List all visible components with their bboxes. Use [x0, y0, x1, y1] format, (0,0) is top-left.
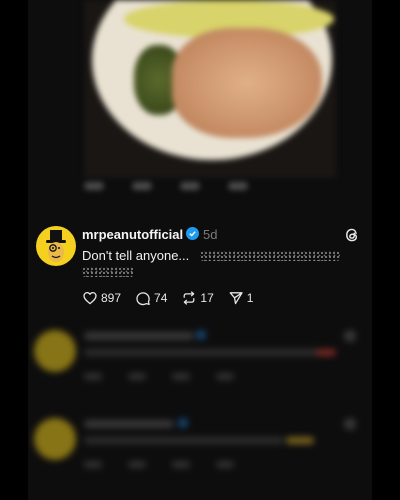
blurred-avatar: [34, 418, 76, 460]
share-button[interactable]: 1: [228, 290, 254, 306]
blurred-emoji: [286, 437, 314, 444]
post-time: 5d: [203, 227, 218, 242]
comment-button[interactable]: 74: [135, 290, 167, 306]
comment-count: 74: [154, 291, 168, 305]
blurred-text-line: [84, 349, 324, 356]
verified-badge-icon: [186, 227, 199, 240]
blurred-menu-icon: [344, 418, 356, 430]
blurred-emoji: [316, 349, 336, 356]
username[interactable]: mrpeanutofficial: [82, 227, 183, 242]
post-actions: 897 74 17 1: [82, 290, 267, 306]
blurred-actions: [84, 461, 234, 468]
comment-bubble-icon: [136, 292, 150, 306]
post[interactable]: mrpeanutofficial 5d Don't tell anyone...…: [28, 215, 372, 315]
previous-share-placeholder: [228, 182, 248, 190]
blurred-username: [84, 420, 174, 428]
repost-count: 17: [200, 291, 214, 305]
blurred-verified-badge: [196, 330, 206, 340]
photo-food: [172, 28, 322, 138]
blurred-actions: [84, 373, 234, 380]
repost-button[interactable]: 17: [181, 290, 214, 306]
threads-feed: mrpeanutofficial 5d Don't tell anyone...…: [28, 0, 372, 500]
blurred-menu-icon: [344, 330, 356, 342]
repost-icon: [183, 291, 195, 305]
post-caption: Don't tell anyone...: [82, 248, 190, 263]
previous-repost-placeholder: [180, 182, 200, 190]
heart-icon: [83, 292, 97, 305]
previous-post-actions: [84, 182, 248, 190]
blurred-avatar: [34, 330, 76, 372]
previous-comment-placeholder: [132, 182, 152, 190]
send-icon: [229, 292, 243, 305]
blurred-username: [84, 332, 194, 340]
hidden-spoiler-text-continued[interactable]: [82, 267, 134, 277]
avatar[interactable]: [36, 226, 76, 266]
mr-peanut-icon: [46, 230, 66, 262]
previous-like-placeholder: [84, 182, 104, 190]
previous-post-photo[interactable]: [84, 0, 336, 178]
share-count: 1: [246, 291, 254, 305]
blurred-reply[interactable]: [28, 406, 372, 486]
hidden-spoiler-text[interactable]: [200, 251, 340, 261]
blurred-text-line: [84, 437, 284, 444]
threads-logo-icon[interactable]: [343, 226, 361, 244]
like-button[interactable]: 897: [82, 290, 121, 306]
blurred-reply[interactable]: [28, 318, 372, 398]
like-count: 897: [101, 291, 122, 305]
blurred-verified-badge: [178, 418, 188, 428]
